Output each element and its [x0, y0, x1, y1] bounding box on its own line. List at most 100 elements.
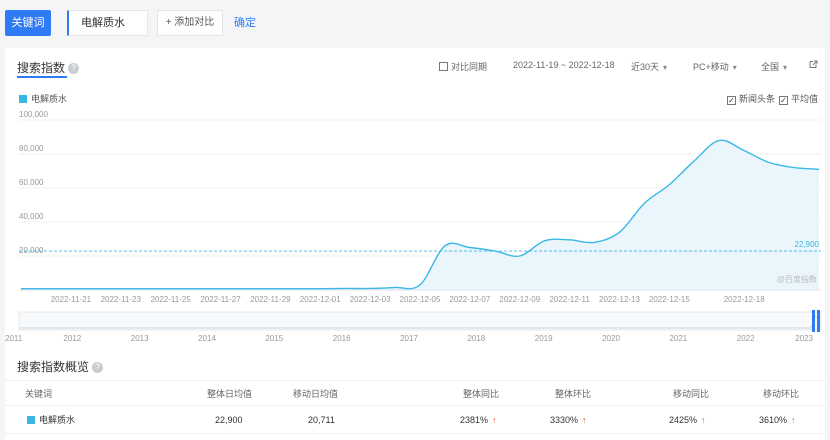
- timeline-year-label: 2016: [333, 334, 351, 343]
- caret-down-icon: ▾: [663, 63, 668, 72]
- timeline-year-label: 2019: [535, 334, 553, 343]
- keyword-input[interactable]: 电解质水: [67, 10, 148, 36]
- row-mobile-mom-text: 3610%: [759, 414, 788, 425]
- col-keyword: 关键词: [25, 388, 53, 399]
- overview-title: 搜索指数概览?: [17, 358, 104, 375]
- row-overall-avg: 22,900: [215, 414, 243, 425]
- confirm-link[interactable]: 确定: [234, 10, 256, 36]
- col-overall-yoy: 整体同比: [463, 388, 500, 399]
- x-tick-label: 2022-12-15: [649, 295, 690, 304]
- timeline-year-label: 2013: [131, 334, 149, 343]
- timeline-track[interactable]: [18, 311, 822, 331]
- y-tick-label: 100,000: [19, 110, 48, 119]
- compare-same-period-label: 对比同期: [451, 62, 488, 72]
- x-tick-label: 2022-12-09: [499, 295, 540, 304]
- row-mobile-yoy: 2425% ↑: [669, 406, 706, 433]
- timeline-year-label: 2014: [198, 334, 216, 343]
- caret-down-icon: ▾: [783, 63, 788, 72]
- up-arrow-icon: ↑: [492, 414, 497, 425]
- col-mobile-avg: 移动日均值: [293, 388, 339, 399]
- row-mobile-mom: 3610% ↑: [759, 406, 796, 433]
- row-mobile-avg: 20,711: [308, 414, 335, 425]
- timeline-handle-right[interactable]: [817, 310, 820, 332]
- col-mobile-mom: 移动环比: [763, 388, 800, 399]
- x-tick-label: 2022-12-05: [400, 295, 441, 304]
- overview-table-header: 关键词 整体日均值 移动日均值 整体同比 整体环比 移动同比 移动环比: [5, 380, 825, 406]
- search-index-title: 搜索指数?: [17, 59, 80, 76]
- average-label: 22,900: [795, 240, 820, 249]
- keyword-button[interactable]: 关键词: [5, 10, 51, 36]
- compare-same-period-toggle[interactable]: 对比同期: [439, 60, 487, 73]
- search-index-panel: 搜索指数? 对比同期 2022-11-19 ~ 2022-12-18 近30天 ▾…: [5, 48, 825, 440]
- row-overall-mom: 3330% ↑: [550, 406, 587, 433]
- watermark: @百度指数: [777, 274, 817, 284]
- news-headline-label: 新闻头条: [739, 94, 776, 104]
- col-overall-mom: 整体环比: [555, 388, 592, 399]
- average-label: 平均值: [791, 94, 819, 104]
- col-overall-avg: 整体日均值: [207, 388, 253, 399]
- timeline-year-label: 2018: [467, 334, 485, 343]
- region-select-label: 全国: [761, 62, 780, 72]
- x-tick-label: 2022-11-21: [51, 295, 92, 304]
- up-arrow-icon: ↑: [701, 414, 706, 425]
- help-icon[interactable]: ?: [92, 362, 104, 374]
- x-tick-label: 2022-11-23: [101, 295, 142, 304]
- row-mobile-yoy-text: 2425%: [669, 414, 698, 425]
- region-select[interactable]: 全国 ▾: [761, 60, 787, 73]
- timeline-handle-left[interactable]: [812, 310, 815, 332]
- x-tick-label: 2022-12-13: [599, 295, 640, 304]
- timeline-year-label: 2022: [737, 334, 755, 343]
- x-tick-label: 2022-11-29: [250, 295, 291, 304]
- timeline-year-label: 2021: [669, 334, 687, 343]
- y-tick-label: 40,000: [19, 212, 44, 221]
- up-arrow-icon: ↑: [582, 414, 587, 425]
- period-select-label: 近30天: [631, 62, 660, 72]
- device-select[interactable]: PC+移动 ▾: [693, 60, 737, 73]
- search-index-chart[interactable]: 100,000 80,000 60,000 40,000 20,000 22,900 @百度…: [5, 110, 825, 368]
- checkbox-icon: [439, 62, 448, 71]
- news-headline-option[interactable]: ✓ 新闻头条: [727, 92, 775, 105]
- col-mobile-yoy: 移动同比: [673, 388, 710, 399]
- export-icon[interactable]: [809, 60, 818, 71]
- x-tick-label: 2022-12-11: [549, 295, 590, 304]
- legend-swatch: [19, 95, 27, 103]
- timeline-year-label: 2012: [63, 334, 81, 343]
- row-overall-yoy: 2381% ↑: [460, 406, 497, 433]
- chart-legend[interactable]: 电解质水: [19, 92, 67, 105]
- x-tick-label: 2022-12-03: [350, 295, 391, 304]
- x-tick-label: 2022-12-18: [724, 295, 765, 304]
- x-tick-label: 2022-12-07: [449, 295, 490, 304]
- device-select-label: PC+移动: [693, 62, 729, 72]
- timeline-year-label: 2023: [795, 334, 813, 343]
- timeline-year-label: 2015: [265, 334, 283, 343]
- x-tick-label: 2022-12-01: [300, 295, 341, 304]
- help-icon[interactable]: ?: [68, 63, 80, 75]
- top-bar: 关键词 电解质水 + 添加对比 确定: [0, 0, 830, 48]
- legend-label: 电解质水: [31, 94, 68, 104]
- timeline-year-label: 2020: [602, 334, 620, 343]
- overview-title-text: 搜索指数概览: [17, 360, 90, 374]
- timeline-year-label: 2017: [400, 334, 418, 343]
- y-tick-label: 80,000: [19, 144, 44, 153]
- timeline-year-label: 2011: [5, 334, 23, 343]
- checkbox-checked-icon: ✓: [727, 96, 736, 105]
- period-select[interactable]: 近30天 ▾: [631, 60, 667, 73]
- average-option[interactable]: ✓ 平均值: [779, 92, 818, 105]
- table-row: 电解质水 22,900 20,711 2381% ↑ 3330% ↑ 2425% ↑ …: [5, 406, 825, 434]
- search-index-title-text: 搜索指数: [17, 61, 66, 75]
- row-overall-mom-text: 3330%: [550, 414, 579, 425]
- y-tick-label: 60,000: [19, 178, 44, 187]
- series-area: [21, 140, 819, 290]
- keyword-swatch: [27, 415, 35, 424]
- y-tick-label: 20,000: [19, 246, 44, 255]
- date-range-picker[interactable]: 2022-11-19 ~ 2022-12-18: [513, 60, 615, 70]
- add-compare-button[interactable]: + 添加对比: [157, 10, 223, 36]
- checkbox-checked-icon: ✓: [779, 96, 788, 105]
- x-tick-label: 2022-11-25: [150, 295, 191, 304]
- row-keyword: 电解质水: [27, 406, 75, 433]
- x-tick-label: 2022-11-27: [200, 295, 241, 304]
- up-arrow-icon: ↑: [791, 414, 796, 425]
- title-underline: [17, 76, 67, 78]
- row-keyword-text: 电解质水: [39, 415, 76, 425]
- row-overall-yoy-text: 2381%: [460, 414, 489, 425]
